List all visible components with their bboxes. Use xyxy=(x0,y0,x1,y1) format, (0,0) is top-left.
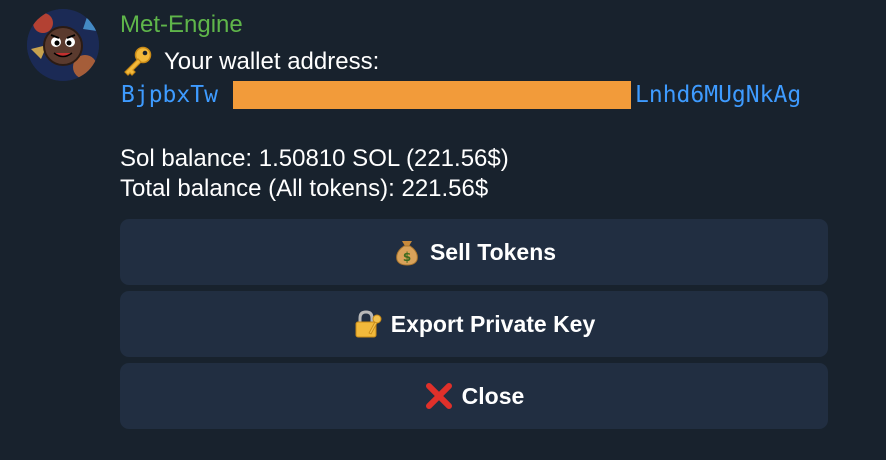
wallet-address-suffix: Lnhd6MUgNkAg xyxy=(635,82,802,108)
key-icon xyxy=(120,46,154,76)
sender-name[interactable]: Met-Engine xyxy=(120,10,243,40)
export-private-key-label: Export Private Key xyxy=(390,310,596,337)
sell-tokens-button[interactable]: $ Sell Tokens xyxy=(120,219,828,285)
money-bag-icon: $ xyxy=(392,237,422,267)
wallet-address-label-line: Your wallet address: xyxy=(120,46,379,77)
sell-tokens-label: Sell Tokens xyxy=(429,238,557,265)
close-label: Close xyxy=(461,382,525,409)
export-private-key-button[interactable]: Export Private Key xyxy=(120,291,828,357)
wallet-address-prefix: BjpbxTw xyxy=(121,82,218,108)
close-button[interactable]: Close xyxy=(120,363,828,429)
address-redaction-bar xyxy=(233,81,631,109)
locked-with-key-icon xyxy=(353,309,383,339)
total-balance-text: Total balance (All tokens): 221.56$ xyxy=(120,175,489,202)
red-x-icon xyxy=(424,381,454,411)
wallet-address-label: Your wallet address: xyxy=(164,48,380,75)
bot-avatar-icon[interactable] xyxy=(27,9,99,81)
svg-text:$: $ xyxy=(403,250,411,264)
sol-balance-text: Sol balance: 1.50810 SOL (221.56$) xyxy=(120,145,509,172)
